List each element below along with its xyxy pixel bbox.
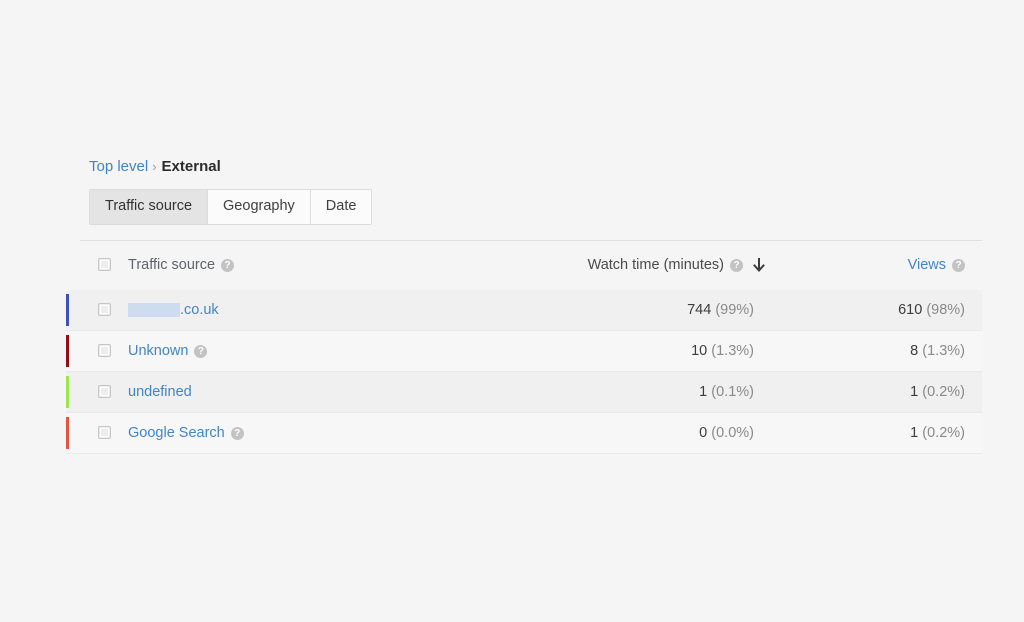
- row-label-text: .co.uk: [180, 302, 219, 318]
- table-row[interactable]: Unknown ? 10 (1.3%) 8 (1.3%): [66, 331, 982, 372]
- row-checkbox[interactable]: [98, 303, 111, 316]
- row-watch-time-cell: 744 (99%): [687, 301, 754, 319]
- tab-traffic-source[interactable]: Traffic source: [90, 190, 209, 224]
- sort-descending-arrow-icon[interactable]: [752, 257, 766, 273]
- row-views-value: 8: [910, 343, 919, 359]
- row-views-cell: 1 (0.2%): [910, 383, 965, 401]
- breadcrumb-current-external: External: [161, 158, 221, 175]
- redacted-domain-block: [128, 303, 180, 317]
- table-row[interactable]: .co.uk 744 (99%) 610 (98%): [66, 290, 982, 331]
- row-label-text: Google Search: [128, 425, 225, 441]
- row-views-value: 610: [898, 302, 923, 318]
- row-checkbox-cell: [98, 426, 111, 439]
- row-watch-time-percent: (1.3%): [711, 343, 754, 359]
- help-icon[interactable]: ?: [221, 258, 235, 272]
- row-watch-time-value: 1: [699, 384, 708, 400]
- column-header-views[interactable]: Views ?: [908, 256, 965, 274]
- breadcrumb: Top level › External: [89, 157, 221, 177]
- row-label-traffic-source[interactable]: Unknown ?: [128, 342, 208, 360]
- row-watch-time-value: 10: [691, 343, 708, 359]
- row-checkbox[interactable]: [98, 426, 111, 439]
- row-views-percent: (1.3%): [922, 343, 965, 359]
- row-label-traffic-source[interactable]: .co.uk: [128, 301, 219, 319]
- dimension-tabs: Traffic source Geography Date: [89, 189, 373, 225]
- row-label-traffic-source[interactable]: undefined: [128, 383, 192, 401]
- help-icon[interactable]: ?: [230, 426, 244, 440]
- select-all-checkbox[interactable]: [98, 258, 111, 271]
- row-label-text: Unknown: [128, 343, 189, 359]
- row-label-text: undefined: [128, 384, 192, 400]
- row-watch-time-value: 0: [699, 425, 708, 441]
- tab-geography[interactable]: Geography: [208, 190, 311, 224]
- row-watch-time-percent: (0.1%): [711, 384, 754, 400]
- row-views-cell: 8 (1.3%): [910, 342, 965, 360]
- breadcrumb-separator-icon: ›: [152, 159, 157, 174]
- select-all-checkbox-cell: [98, 258, 111, 271]
- row-color-indicator: [66, 335, 69, 367]
- table-header-row: Traffic source ? Watch time (minutes) ? …: [66, 240, 982, 290]
- column-header-watch-time-label: Watch time (minutes): [587, 257, 724, 273]
- row-checkbox[interactable]: [98, 385, 111, 398]
- row-views-value: 1: [910, 425, 919, 441]
- help-icon[interactable]: ?: [730, 258, 743, 272]
- column-header-traffic-source[interactable]: Traffic source ?: [128, 256, 235, 274]
- row-watch-time-value: 744: [687, 302, 712, 318]
- row-views-cell: 610 (98%): [898, 301, 965, 319]
- row-color-indicator: [66, 294, 69, 326]
- row-watch-time-percent: (0.0%): [711, 425, 754, 441]
- row-views-percent: (98%): [926, 302, 965, 318]
- row-views-value: 1: [910, 384, 919, 400]
- row-checkbox-cell: [98, 344, 111, 357]
- row-watch-time-percent: (99%): [715, 302, 754, 318]
- row-checkbox-cell: [98, 385, 111, 398]
- row-watch-time-cell: 1 (0.1%): [699, 383, 754, 401]
- row-color-indicator: [66, 417, 69, 449]
- row-label-traffic-source[interactable]: Google Search ?: [128, 424, 244, 442]
- table-row[interactable]: Google Search ? 0 (0.0%) 1 (0.2%): [66, 413, 982, 454]
- column-header-watch-time[interactable]: Watch time (minutes) ?: [588, 256, 766, 274]
- row-views-cell: 1 (0.2%): [910, 424, 965, 442]
- row-views-percent: (0.2%): [922, 425, 965, 441]
- row-watch-time-cell: 0 (0.0%): [699, 424, 754, 442]
- analytics-page: Top level › External Traffic source Geogra…: [0, 0, 1024, 622]
- tab-date[interactable]: Date: [310, 190, 372, 224]
- table-row[interactable]: undefined 1 (0.1%) 1 (0.2%): [66, 372, 982, 413]
- breadcrumb-link-top-level[interactable]: Top level: [89, 158, 148, 175]
- column-header-traffic-source-label: Traffic source: [128, 257, 216, 273]
- traffic-source-table: Traffic source ? Watch time (minutes) ? …: [66, 240, 982, 454]
- row-checkbox-cell: [98, 303, 111, 316]
- row-checkbox[interactable]: [98, 344, 111, 357]
- help-icon[interactable]: ?: [194, 344, 208, 358]
- row-views-percent: (0.2%): [922, 384, 965, 400]
- row-watch-time-cell: 10 (1.3%): [691, 342, 754, 360]
- help-icon[interactable]: ?: [952, 258, 965, 272]
- row-color-indicator: [66, 376, 69, 408]
- column-header-views-label: Views: [907, 257, 946, 273]
